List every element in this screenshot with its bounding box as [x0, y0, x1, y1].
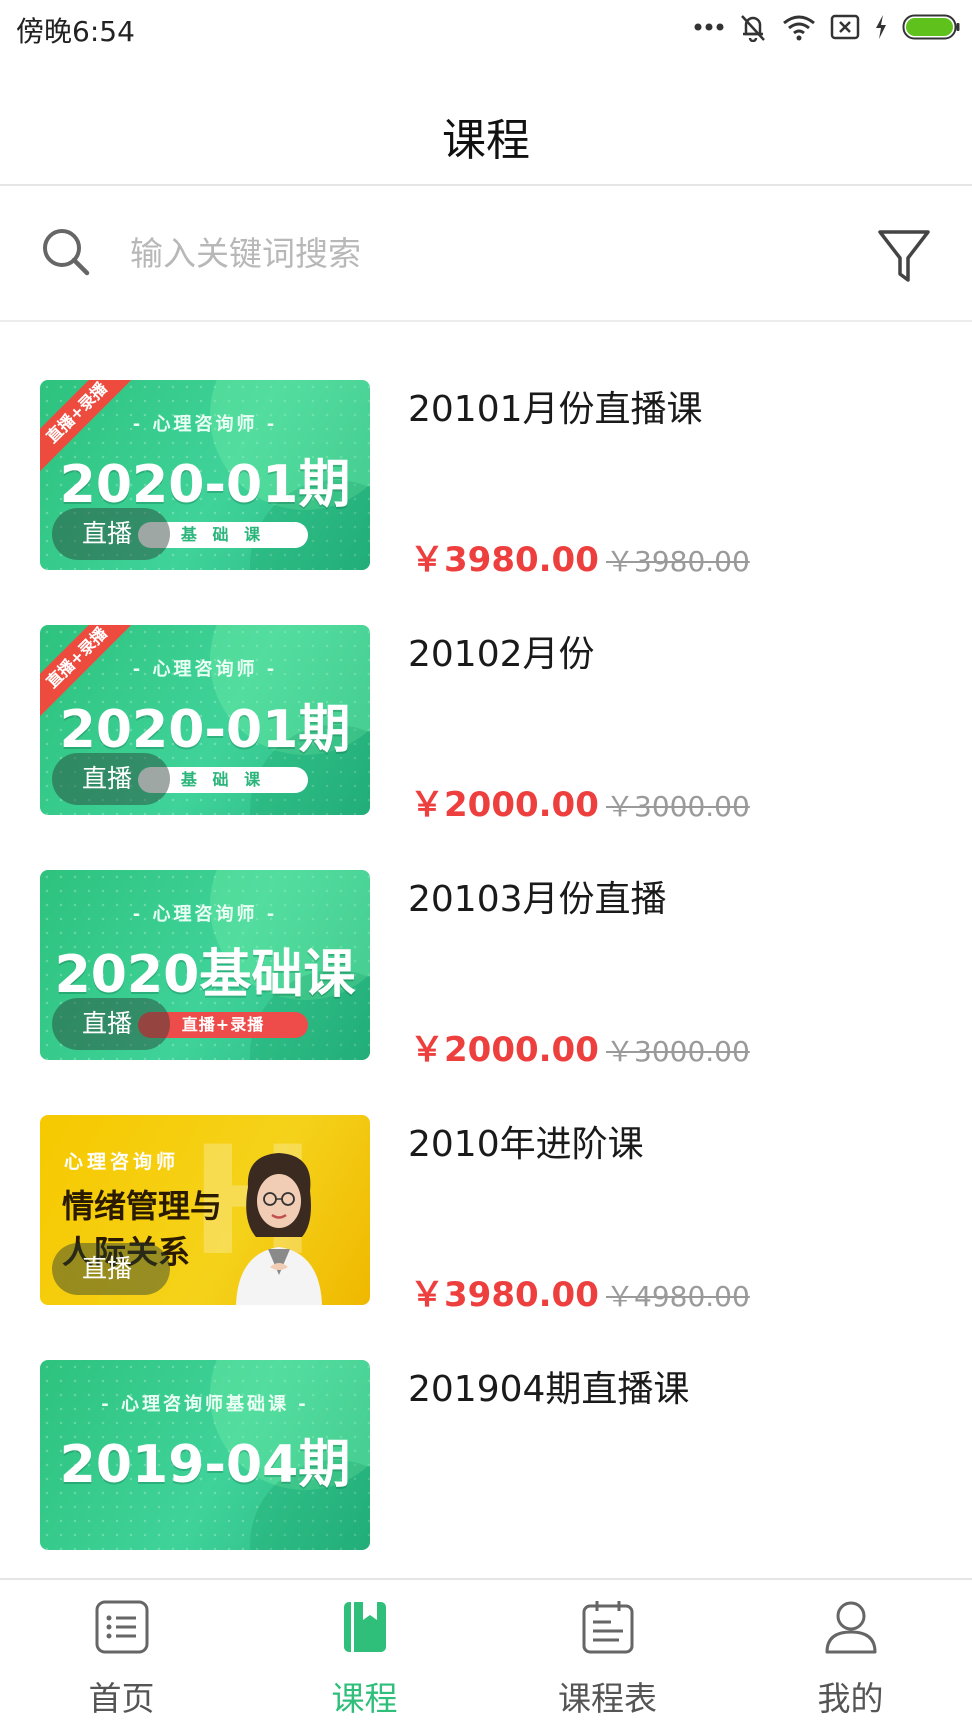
page-title: 课程: [442, 115, 530, 166]
search-icon[interactable]: [40, 226, 92, 278]
status-time: 傍晚6:54: [16, 15, 135, 48]
live-badge: 直播: [52, 753, 170, 805]
home-list-icon: [95, 1600, 149, 1654]
course-title[interactable]: 201904期直播课: [408, 1360, 689, 1412]
course-title[interactable]: 20102月份: [408, 625, 595, 677]
teacher-photo: [236, 1153, 322, 1305]
live-badge: 直播: [52, 508, 170, 560]
profile-icon: [825, 1601, 877, 1654]
thumb-main-title: 2020-01期: [59, 700, 351, 760]
tab-label: 课程表: [558, 1679, 657, 1718]
course-item[interactable]: - 心理咨询师 - 2020基础课 直播+录播 直播 20103月份直播 ￥20…: [0, 812, 972, 1082]
course-thumbnail[interactable]: - 心理咨询师基础课 - 2019-04期: [40, 1360, 370, 1550]
schedule-icon: [582, 1601, 634, 1654]
sim-off-icon: [830, 14, 860, 40]
thumb-subtitle: - 心理咨询师 -: [132, 904, 278, 925]
course-item[interactable]: 直播+录播 - 心理咨询师 - 2020-01期 基 础 课 直播 20101月…: [0, 322, 972, 592]
thumb-subtitle: - 心理咨询师 -: [132, 414, 278, 435]
tab-label: 我的: [817, 1679, 884, 1718]
tab-courses[interactable]: 课程: [243, 1580, 486, 1728]
thumb-subtitle: 心理咨询师: [64, 1151, 180, 1173]
tab-label: 课程: [331, 1679, 398, 1718]
course-item[interactable]: 直播+录播 - 心理咨询师 - 2020-01期 基 础 课 直播 20102月…: [0, 567, 972, 837]
course-title[interactable]: 2010年进阶课: [408, 1115, 644, 1167]
search-input[interactable]: [130, 228, 830, 278]
tab-home[interactable]: 首页: [0, 1580, 243, 1728]
status-bar: 傍晚6:54: [0, 0, 972, 54]
more-dots-icon: [694, 23, 724, 31]
course-title[interactable]: 20101月份直播课: [408, 380, 703, 432]
wifi-icon: [783, 15, 815, 41]
thumb-main-title: 2020基础课: [54, 945, 356, 1005]
thumb-main-title: 2020-01期: [59, 455, 351, 515]
course-item[interactable]: - 心理咨询师基础课 - 2019-04期 201904期直播课: [0, 1302, 972, 1572]
course-thumbnail[interactable]: 直播+录播 - 心理咨询师 - 2020-01期 基 础 课 直播: [40, 380, 370, 570]
thumb-subtitle: - 心理咨询师 -: [132, 659, 278, 680]
course-thumbnail[interactable]: - 心理咨询师 - 2020基础课 直播+录播 直播: [40, 870, 370, 1060]
tab-schedule[interactable]: 课程表: [486, 1580, 729, 1728]
status-icons: [694, 10, 960, 44]
filter-icon[interactable]: [876, 226, 932, 286]
bottom-tab-bar: 首页 课程 课程表 我的: [0, 1578, 972, 1728]
mute-bell-icon: [741, 15, 765, 42]
course-thumbnail[interactable]: H 心理咨询师 情绪管理与 人际关系 直播: [40, 1115, 370, 1305]
course-title[interactable]: 20103月份直播: [408, 870, 667, 922]
tab-label: 首页: [88, 1679, 155, 1718]
live-badge: 直播: [52, 1243, 170, 1295]
course-item[interactable]: H 心理咨询师 情绪管理与 人际关系 直播 2010年进阶课 ￥3980.00 …: [0, 1057, 972, 1327]
thumb-main-title: 2019-04期: [59, 1435, 351, 1495]
charging-icon: [876, 15, 886, 39]
search-bar: [0, 186, 972, 322]
course-book-icon: [344, 1602, 386, 1652]
thumb-main-title-line1: 情绪管理与: [62, 1187, 223, 1225]
thumb-subtitle: - 心理咨询师基础课 -: [101, 1394, 309, 1415]
tab-profile[interactable]: 我的: [729, 1580, 972, 1728]
course-list: 直播+录播 - 心理咨询师 - 2020-01期 基 础 课 直播 20101月…: [0, 322, 972, 1578]
title-bar: 课程: [0, 54, 972, 186]
battery-icon: [902, 14, 960, 40]
course-thumbnail[interactable]: 直播+录播 - 心理咨询师 - 2020-01期 基 础 课 直播: [40, 625, 370, 815]
live-badge: 直播: [52, 998, 170, 1050]
